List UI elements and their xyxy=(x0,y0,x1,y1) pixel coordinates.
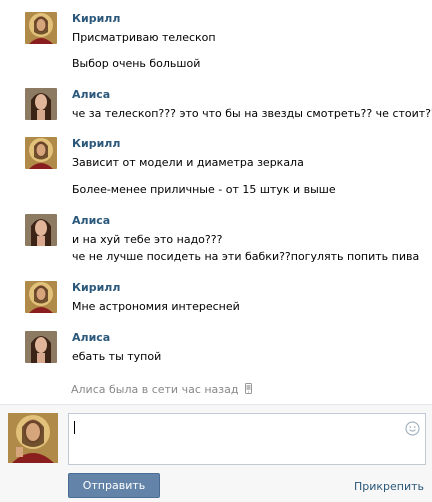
message-author[interactable]: Алиса xyxy=(72,331,110,344)
message-text: ебать ты тупой xyxy=(72,350,162,363)
avatar-alisa[interactable] xyxy=(25,331,57,363)
message-text: Выбор очень большой xyxy=(72,57,201,70)
message-text: Мне астрономия интересней xyxy=(72,300,240,313)
avatar-alisa[interactable] xyxy=(25,214,57,246)
message-author[interactable]: Кирилл xyxy=(72,12,120,25)
message-text: и на хуй тебе это надо??? xyxy=(72,233,223,246)
jesus-icon xyxy=(25,12,57,44)
girl-icon xyxy=(25,88,57,120)
avatar-kirill[interactable] xyxy=(25,12,57,44)
jesus-icon xyxy=(25,137,57,169)
smile-icon[interactable] xyxy=(405,421,420,439)
avatar-alisa[interactable] xyxy=(25,88,57,120)
send-button[interactable]: Отправить xyxy=(68,473,160,498)
message-composer: Отправить Прикрепить xyxy=(0,404,432,502)
girl-icon xyxy=(25,214,57,246)
jesus-icon xyxy=(25,281,57,313)
message-text: Зависит от модели и диаметра зеркала xyxy=(72,156,304,169)
message-author[interactable]: Кирилл xyxy=(72,281,120,294)
message-text: Присматриваю телескоп xyxy=(72,31,216,44)
online-status-text: Алиса была в сети час назад xyxy=(71,383,239,396)
message-history: Кирилл Присматриваю телескоп Выбор очень… xyxy=(0,0,432,404)
jesus-icon xyxy=(8,413,58,463)
avatar-kirill[interactable] xyxy=(25,137,57,169)
mobile-phone-icon xyxy=(245,383,252,397)
message-text: Более-менее приличные - от 15 штук и выш… xyxy=(72,183,336,196)
online-status: Алиса была в сети час назад xyxy=(71,383,252,397)
my-avatar[interactable] xyxy=(8,413,58,463)
message-author[interactable]: Кирилл xyxy=(72,137,120,150)
avatar-kirill[interactable] xyxy=(25,281,57,313)
message-text: че за телескоп??? это что бы на звезды с… xyxy=(72,107,432,120)
message-author[interactable]: Алиса xyxy=(72,214,110,227)
girl-icon xyxy=(25,331,57,363)
text-caret xyxy=(74,421,75,434)
message-input[interactable] xyxy=(68,413,426,465)
message-text: че не лучше посидеть на эти бабки??погул… xyxy=(72,250,420,263)
attach-link[interactable]: Прикрепить xyxy=(354,480,424,493)
message-author[interactable]: Алиса xyxy=(72,88,110,101)
